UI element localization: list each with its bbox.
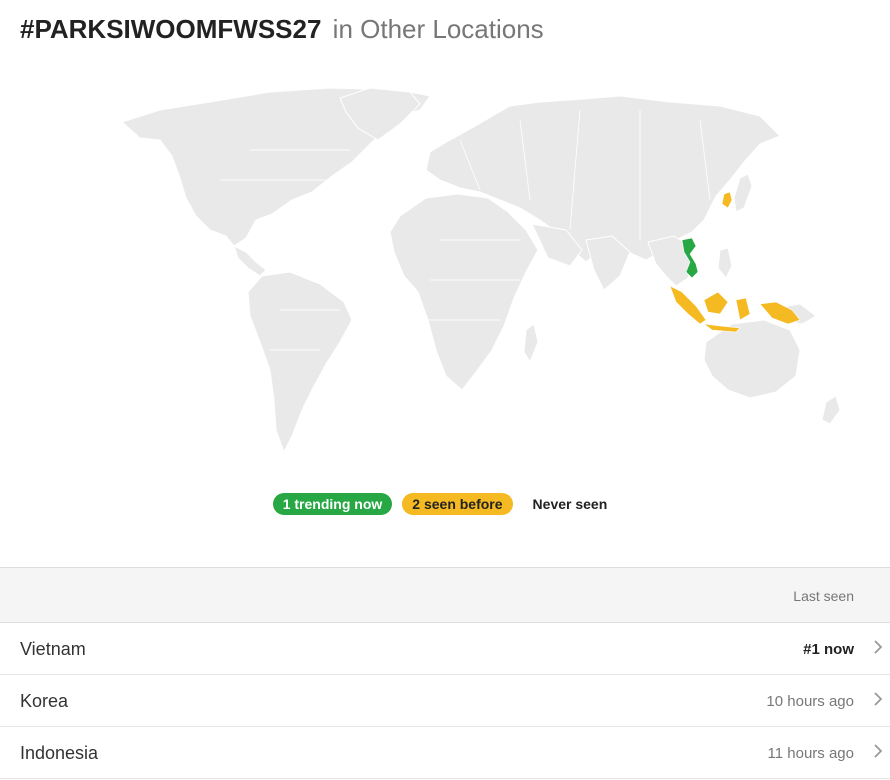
location-row-korea[interactable]: Korea 10 hours ago — [0, 675, 890, 727]
map-new-zealand — [821, 395, 841, 425]
hashtag-title: #PARKSIWOOMFWSS27 — [20, 14, 322, 44]
chevron-right-icon[interactable] — [870, 690, 886, 708]
locations-list: Vietnam #1 now Korea 10 hours ago Indone… — [0, 623, 890, 779]
locations-table-header: Last seen — [0, 567, 890, 623]
legend-trending-badge: 1 trending now — [272, 493, 393, 515]
location-name: Vietnam — [20, 639, 86, 659]
location-last-seen: 10 hours ago — [766, 693, 854, 710]
last-seen-column-header: Last seen — [793, 588, 854, 604]
chevron-right-icon[interactable] — [870, 742, 886, 760]
location-row-vietnam[interactable]: Vietnam #1 now — [0, 623, 890, 675]
location-name: Indonesia — [20, 743, 99, 763]
map-africa — [389, 193, 539, 391]
map-australia — [703, 319, 801, 399]
world-map-svg — [121, 87, 841, 454]
location-last-seen: 11 hours ago — [767, 745, 854, 762]
map-philippines — [717, 247, 733, 279]
page-title: #PARKSIWOOMFWSS27 in Other Locations — [20, 12, 544, 46]
page: #PARKSIWOOMFWSS27 in Other Locations 1 t… — [0, 0, 890, 780]
location-last-seen: #1 now — [803, 641, 854, 658]
world-map — [100, 80, 880, 460]
title-suffix: in Other Locations — [332, 14, 544, 44]
map-south-america — [247, 271, 353, 454]
chevron-right-icon[interactable] — [870, 638, 886, 656]
location-row-indonesia[interactable]: Indonesia 11 hours ago — [0, 727, 890, 779]
legend-seen-badge: 2 seen before — [402, 493, 513, 515]
legend-never-badge: Never seen — [532, 496, 608, 512]
map-korea-seen — [721, 191, 733, 209]
map-madagascar — [523, 323, 539, 364]
map-legend: 1 trending now 2 seen before Never seen — [0, 493, 890, 515]
map-central-america — [233, 245, 267, 277]
map-japan — [733, 173, 753, 213]
location-name: Korea — [20, 691, 69, 711]
